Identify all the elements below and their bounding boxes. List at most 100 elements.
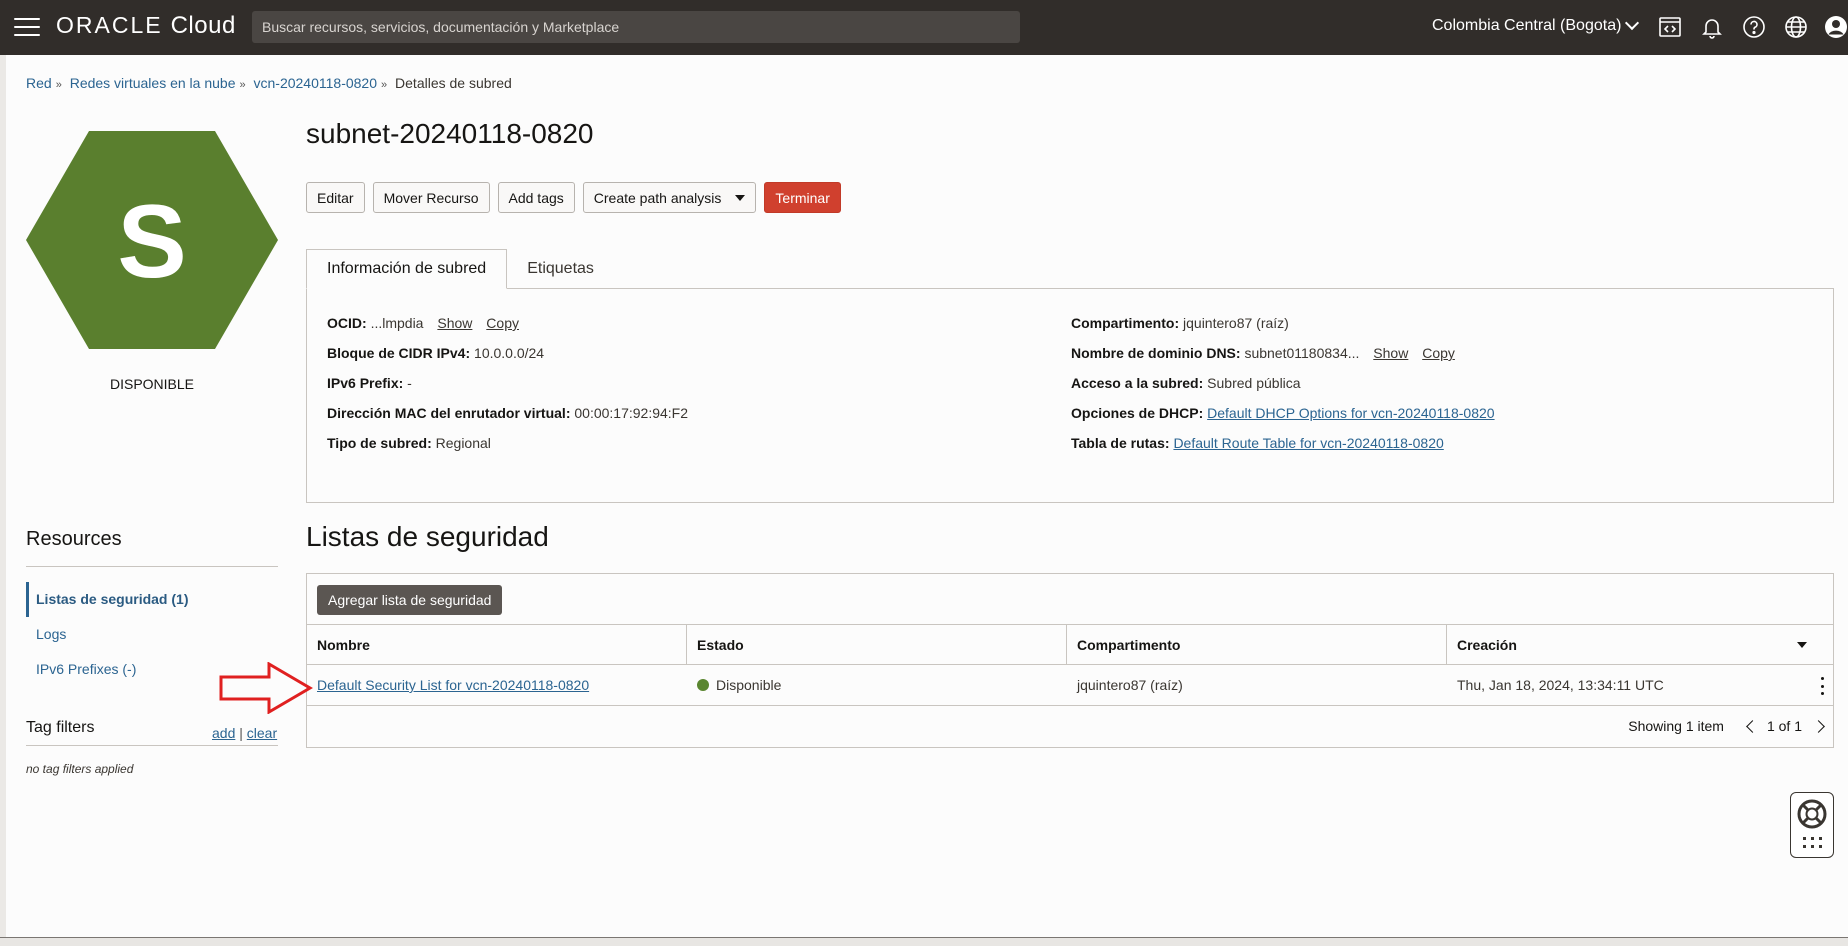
info-value: 10.0.0.0/24 [474, 345, 545, 361]
breadcrumb-current: Detalles de subred [395, 75, 512, 91]
page-edge [0, 55, 6, 937]
info-label: OCID: [327, 315, 367, 331]
subnet-hexagon-icon: S [26, 131, 278, 349]
status-dot-icon [697, 679, 709, 691]
help-icon[interactable] [1740, 13, 1768, 41]
info-value: Subred pública [1207, 375, 1301, 391]
sort-caret-icon[interactable] [1797, 642, 1807, 648]
tag-filter-clear-link[interactable]: clear [247, 725, 277, 741]
breadcrumb-vcn[interactable]: vcn-20240118-0820 [254, 75, 378, 91]
info-value: jquintero87 (raíz) [1183, 315, 1289, 331]
subnet-info-panel: OCID: ...lmpdia Show Copy Bloque de CIDR… [306, 288, 1834, 503]
dns-show-link[interactable]: Show [1373, 345, 1408, 361]
column-header-created[interactable]: Creación [1447, 625, 1833, 664]
menu-icon[interactable] [14, 18, 40, 36]
brand-name: ORACLE [56, 12, 163, 38]
security-list-link[interactable]: Default Security List for vcn-20240118-0… [317, 677, 589, 693]
row-actions-menu-icon[interactable] [1819, 677, 1825, 695]
tab-subnet-info[interactable]: Información de subred [306, 249, 508, 289]
add-tags-button[interactable]: Add tags [497, 182, 575, 213]
security-lists-panel: Agregar lista de seguridad Nombre Estado… [306, 573, 1834, 748]
column-header-name[interactable]: Nombre [307, 625, 687, 664]
cell-state: Disponible [687, 665, 1067, 705]
resource-initial: S [117, 184, 186, 300]
info-label: Bloque de CIDR IPv4: [327, 345, 471, 361]
info-label: Acceso a la subred: [1071, 375, 1204, 391]
column-header-state[interactable]: Estado [687, 625, 1067, 664]
table-header: Nombre Estado Compartimento Creación [307, 624, 1833, 665]
info-route-table: Tabla de rutas: Default Route Table for … [1071, 435, 1495, 465]
resource-logs[interactable]: Logs [26, 617, 278, 652]
dhcp-options-link[interactable]: Default DHCP Options for vcn-20240118-08… [1207, 405, 1494, 421]
ocid-show-link[interactable]: Show [437, 315, 472, 331]
bottom-bar [0, 937, 1848, 946]
divider [26, 745, 278, 746]
region-label: Colombia Central (Bogota) [1432, 17, 1622, 34]
resource-status: DISPONIBLE [109, 376, 195, 392]
breadcrumb-vcn-list[interactable]: Redes virtuales en la nube [70, 75, 236, 91]
breadcrumb-separator: » [381, 79, 388, 91]
table-row: Default Security List for vcn-20240118-0… [307, 665, 1833, 706]
info-mac: Dirección MAC del enrutador virtual: 00:… [327, 405, 688, 435]
tag-filters-title: Tag filters [26, 719, 95, 736]
breadcrumb-red[interactable]: Red [26, 75, 52, 91]
breadcrumb-separator: » [55, 79, 62, 91]
info-dhcp: Opciones de DHCP: Default DHCP Options f… [1071, 405, 1495, 435]
tag-filter-add-link[interactable]: add [212, 725, 235, 741]
move-resource-button[interactable]: Mover Recurso [372, 182, 490, 213]
security-lists-title: Listas de seguridad [306, 521, 549, 552]
annotation-arrow-icon [219, 662, 313, 714]
info-compartment: Compartimento: jquintero87 (raíz) [1071, 315, 1495, 345]
help-widget[interactable] [1790, 792, 1834, 858]
page-title: subnet-20240118-0820 [306, 118, 594, 149]
bell-icon[interactable] [1698, 13, 1726, 41]
user-icon[interactable] [1822, 13, 1848, 41]
info-ocid: OCID: ...lmpdia Show Copy [327, 315, 688, 345]
globe-icon[interactable] [1782, 13, 1810, 41]
info-label: IPv6 Prefix: [327, 375, 404, 391]
create-path-analysis-label: Create path analysis [593, 189, 722, 206]
tag-filter-links: add | clear [212, 725, 277, 741]
cell-compartment: jquintero87 (raíz) [1077, 677, 1183, 693]
product-name: Cloud [170, 12, 236, 39]
cell-created: Thu, Jan 18, 2024, 13:34:11 UTC [1457, 677, 1664, 693]
info-ipv6: IPv6 Prefix: - [327, 375, 688, 405]
info-label: Compartimento: [1071, 315, 1180, 331]
column-header-created-label: Creación [1457, 636, 1517, 653]
info-label: Tabla de rutas: [1071, 435, 1170, 451]
pagination: Showing 1 item 1 of 1 [1628, 718, 1825, 734]
search-input[interactable] [252, 11, 1020, 43]
info-label: Tipo de subred: [327, 435, 432, 451]
tab-tags[interactable]: Etiquetas [507, 249, 614, 289]
showing-count: Showing 1 item [1628, 718, 1724, 734]
caret-down-icon [735, 194, 746, 201]
add-security-list-button[interactable]: Agregar lista de seguridad [317, 585, 503, 615]
tag-filters-empty: no tag filters applied [26, 762, 134, 776]
info-label: Nombre de dominio DNS: [1071, 345, 1241, 361]
info-label: Opciones de DHCP: [1071, 405, 1204, 421]
route-table-link[interactable]: Default Route Table for vcn-20240118-082… [1173, 435, 1443, 451]
terminate-button[interactable]: Terminar [764, 182, 841, 213]
lifebuoy-icon [1797, 799, 1827, 848]
chevron-down-icon [1625, 15, 1640, 31]
create-path-analysis-button[interactable]: Create path analysis [582, 182, 757, 213]
edit-button[interactable]: Editar [306, 182, 365, 213]
breadcrumb-separator: » [239, 79, 246, 91]
breadcrumb: Red» Redes virtuales en la nube» vcn-202… [26, 75, 512, 91]
code-editor-icon[interactable] [1656, 13, 1684, 41]
region-selector[interactable]: Colombia Central (Bogota) [1432, 15, 1640, 35]
dns-copy-link[interactable]: Copy [1422, 345, 1455, 361]
oracle-cloud-logo[interactable]: ORACLE Cloud [56, 12, 236, 40]
top-navigation-bar: ORACLE Cloud Colombia Central (Bogota) [0, 0, 1848, 55]
info-access: Acceso a la subred: Subred pública [1071, 375, 1495, 405]
next-page-icon[interactable] [1812, 719, 1825, 733]
state-text: Disponible [716, 677, 782, 693]
security-lists-table: Nombre Estado Compartimento Creación Def… [307, 624, 1833, 706]
column-header-compartment[interactable]: Compartimento [1067, 625, 1447, 664]
resource-security-lists[interactable]: Listas de seguridad (1) [26, 582, 278, 617]
info-label: Dirección MAC del enrutador virtual: [327, 405, 571, 421]
ocid-copy-link[interactable]: Copy [486, 315, 519, 331]
detail-tabs: Información de subred Etiquetas [306, 249, 614, 289]
previous-page-icon[interactable] [1746, 719, 1759, 733]
info-dns: Nombre de dominio DNS: subnet01180834...… [1071, 345, 1495, 375]
